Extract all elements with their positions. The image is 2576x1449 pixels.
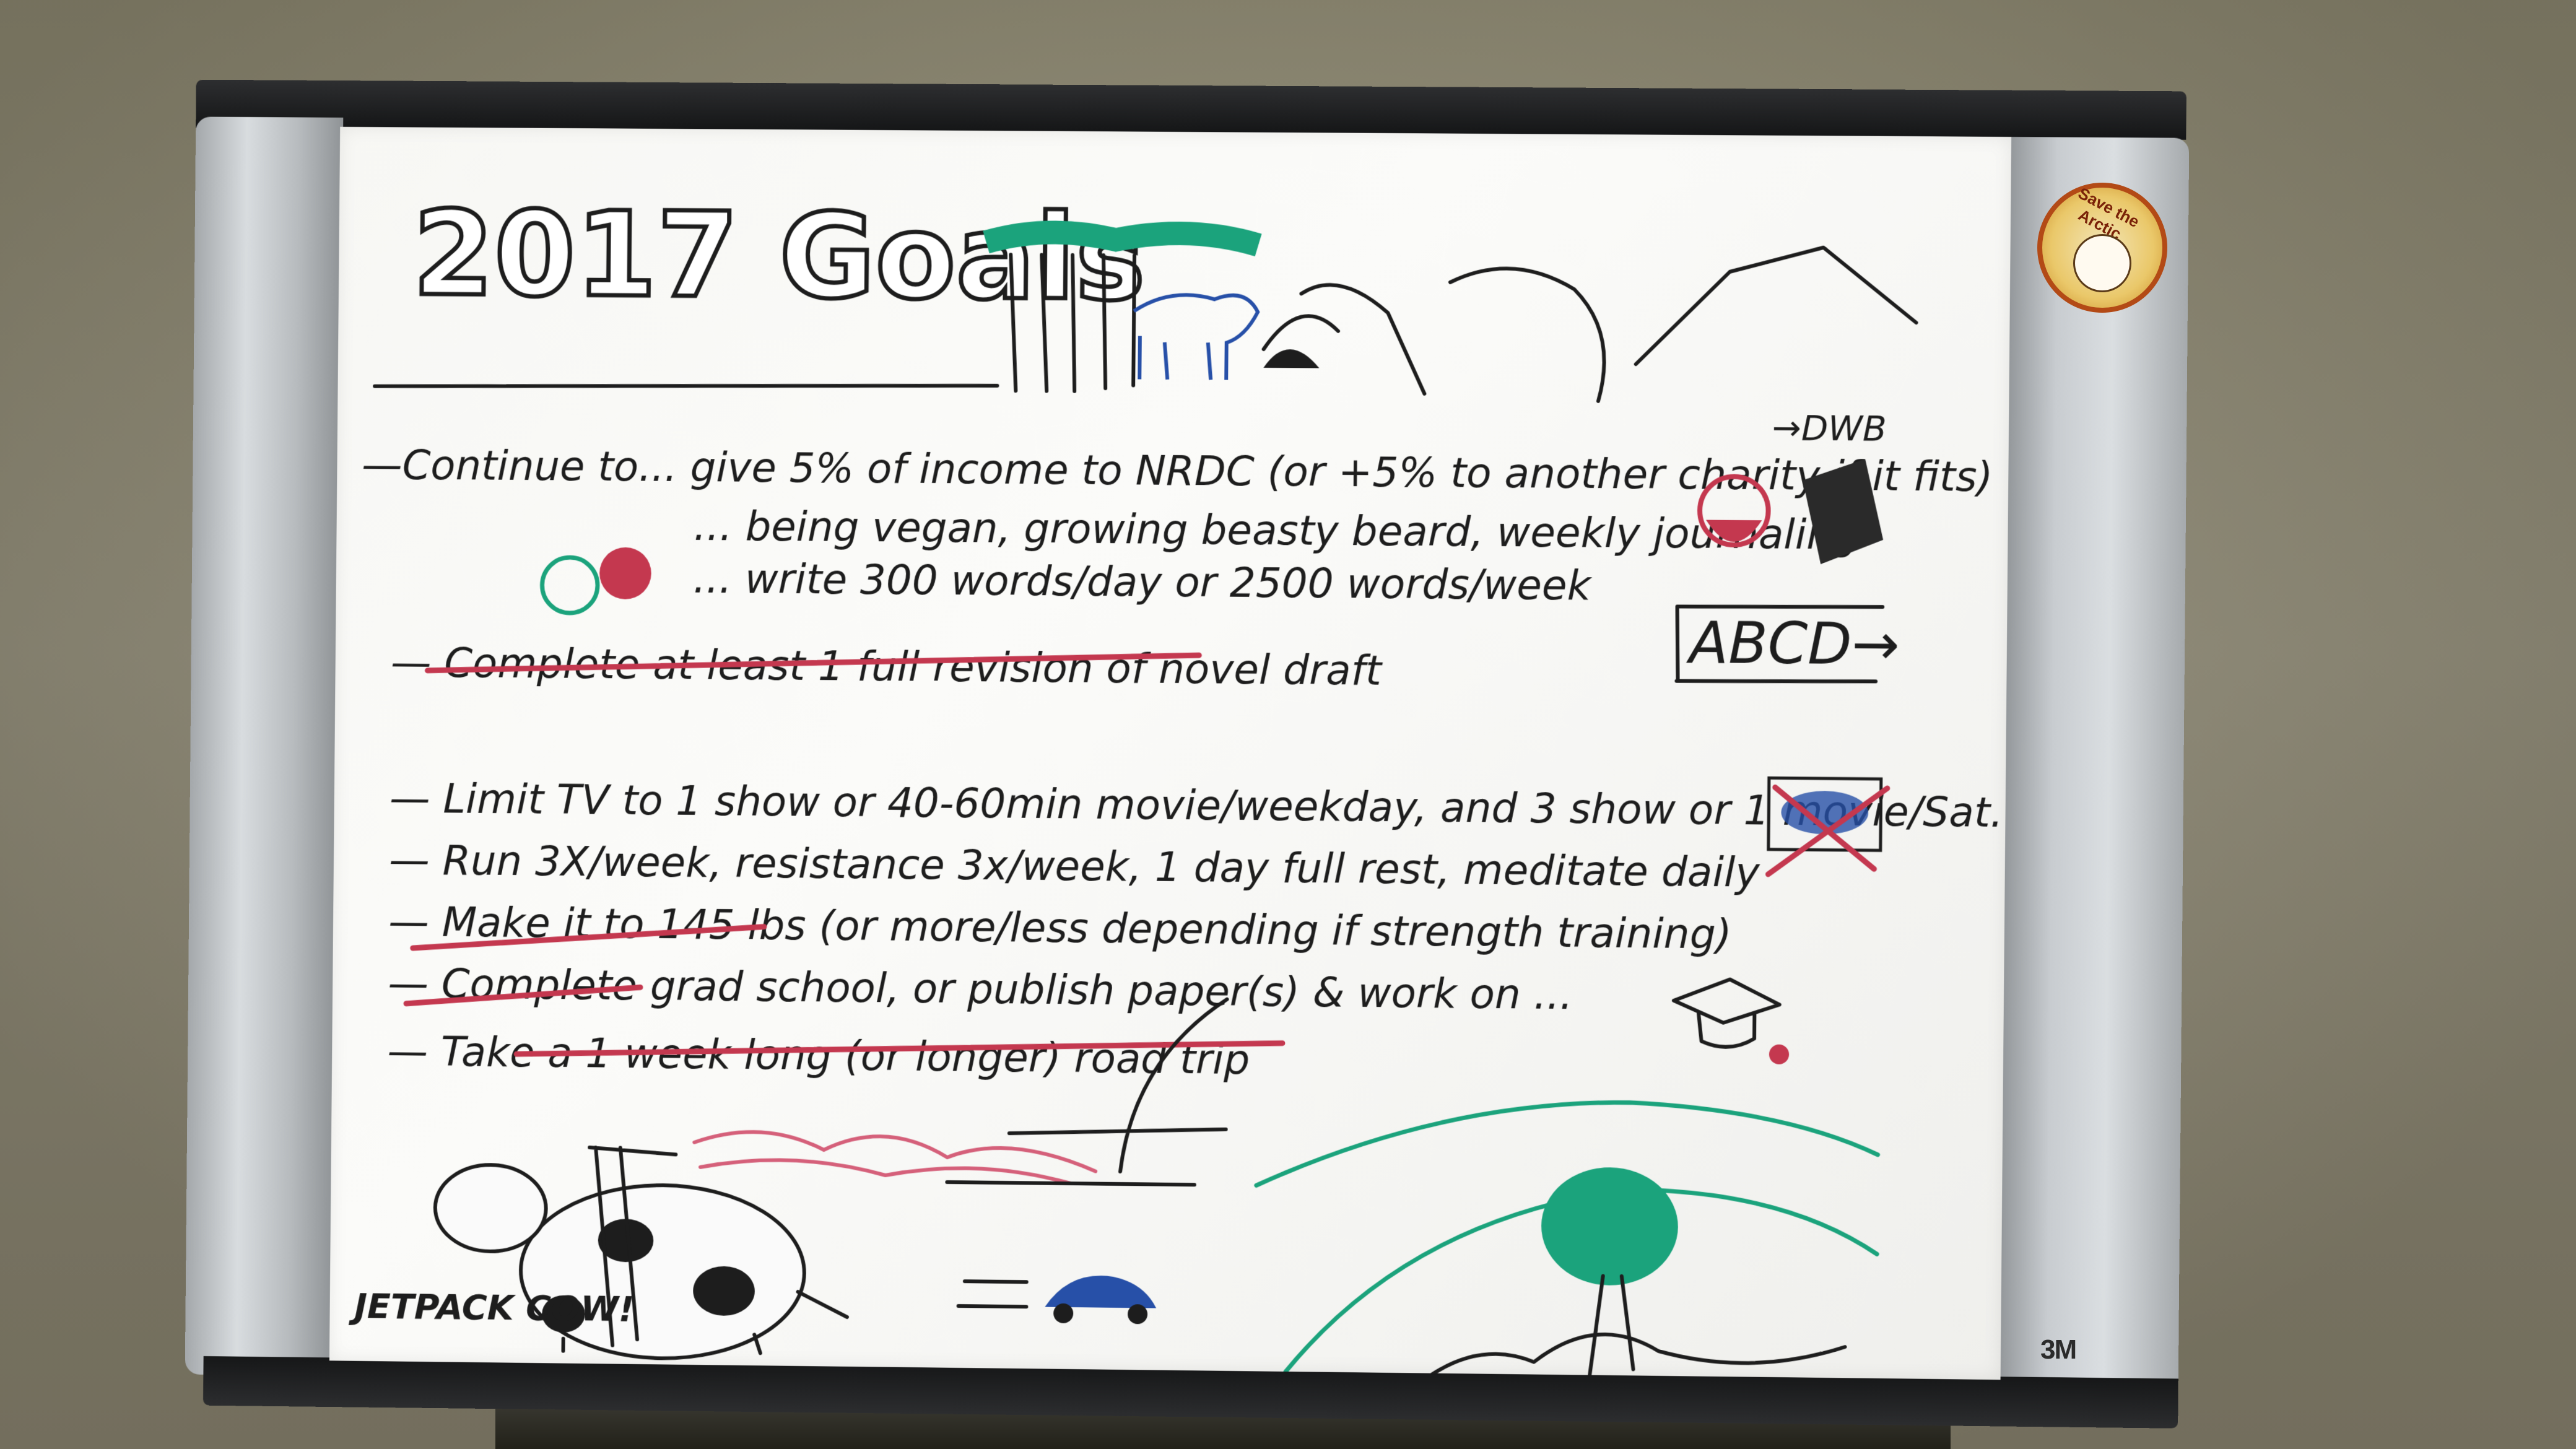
- abcd-box: ABCD→: [1677, 605, 1900, 682]
- grad-cap-doodle: [1673, 979, 1790, 1064]
- bear-doodle: [1133, 293, 1260, 380]
- title-underline: [375, 381, 997, 391]
- dwb-note: →DWB: [1772, 408, 1886, 450]
- goal-line-3: ... write 300 words/day or 2500 words/we…: [693, 555, 1593, 610]
- svg-text:ABCD→: ABCD→: [1686, 609, 1900, 677]
- goal-line-8: — Complete grad school, or publish paper…: [388, 959, 1573, 1019]
- polar-bear-badge-icon: [2073, 234, 2131, 292]
- goal-line-2: ... being vegan, growing beasty beard, w…: [694, 502, 1859, 559]
- whiteboard-frame: 2017 Goals —Continue to... give 5% of in…: [185, 79, 2190, 1429]
- right-post: [1991, 136, 2190, 1401]
- goal-line-7: — Make it to 145 lbs (or more/less depen…: [388, 898, 1732, 959]
- goal-line-1: —Continue to... give 5% of income to NRD…: [362, 441, 1993, 501]
- vegetables-doodle: [542, 547, 652, 614]
- car-doodle: [958, 1275, 1157, 1325]
- whiteboard-drawing: 2017 Goals —Continue to... give 5% of in…: [348, 183, 2011, 1380]
- mountains-doodle: [1263, 244, 1917, 404]
- whiteboard-surface: 2017 Goals —Continue to... give 5% of in…: [329, 126, 2012, 1380]
- board-title: 2017 Goals: [412, 185, 1146, 327]
- left-post: [185, 116, 344, 1377]
- jetpack-cow-label: JETPACK COW!: [348, 1286, 634, 1329]
- brand-logo: 3M: [2040, 1334, 2077, 1365]
- goal-line-6: — Run 3X/week, resistance 3x/week, 1 day…: [389, 836, 1760, 897]
